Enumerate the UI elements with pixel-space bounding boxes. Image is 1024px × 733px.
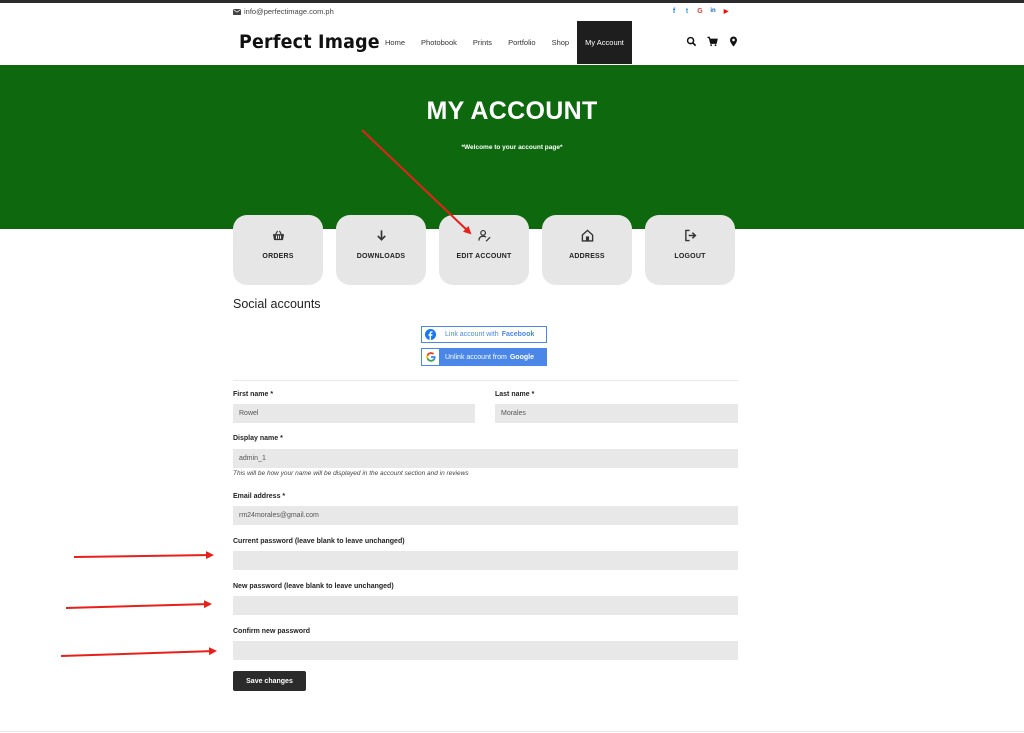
home-icon	[581, 229, 593, 242]
new-password-field[interactable]	[233, 596, 738, 615]
menu-card-label: ADDRESS	[569, 253, 605, 260]
display-name-field[interactable]: admin_1	[233, 449, 738, 468]
header-icons	[686, 36, 739, 47]
linkedin-icon[interactable]: in	[709, 7, 717, 15]
confirm-password-label: Confirm new password	[233, 628, 311, 635]
footer-border	[0, 731, 1024, 732]
menu-card-logout[interactable]: LOGOUT	[645, 215, 735, 285]
google-icon	[422, 349, 439, 365]
twitter-icon[interactable]: t	[683, 7, 691, 15]
unlink-google-button[interactable]: Unlink account from Google	[421, 348, 547, 366]
last-name-label: Last name *	[495, 391, 535, 398]
top-border	[0, 0, 1024, 3]
email-label: Email address *	[233, 493, 286, 500]
google-brand-text: Google	[509, 353, 534, 361]
menu-card-label: DOWNLOADS	[356, 253, 406, 260]
user-edit-icon	[477, 229, 491, 242]
contact-email-text: info@perfectimage.com.ph	[244, 7, 334, 16]
save-changes-button[interactable]: Save changes	[233, 671, 306, 691]
contact-email[interactable]: info@perfectimage.com.ph	[233, 7, 334, 16]
nav-shop[interactable]: Shop	[544, 21, 578, 64]
menu-card-label: ORDERS	[262, 253, 294, 260]
google-icon[interactable]: G	[696, 7, 704, 15]
nav-photobook[interactable]: Photobook	[413, 21, 465, 64]
display-name-hint: This will be how your name will be displ…	[233, 470, 469, 477]
annotation-arrow-current-password	[73, 551, 214, 560]
facebook-icon	[422, 327, 439, 342]
first-name-field[interactable]: Rowel	[233, 404, 475, 423]
annotation-arrow-confirm-password	[60, 647, 217, 657]
download-arrow-icon	[376, 230, 386, 241]
current-password-label: Current password (leave blank to leave u…	[233, 538, 405, 545]
nav-portfolio[interactable]: Portfolio	[500, 21, 544, 64]
page-subtitle: *Welcome to your account page*	[461, 144, 563, 151]
facebook-icon[interactable]: f	[670, 7, 678, 15]
section-divider	[233, 380, 738, 381]
annotation-arrow-new-password	[65, 600, 212, 609]
menu-card-label: EDIT ACCOUNT	[456, 253, 512, 260]
facebook-brand-text: Facebook	[501, 331, 535, 338]
current-password-field[interactable]	[233, 551, 738, 570]
link-facebook-text: Link account with	[445, 331, 499, 338]
nav-my-account[interactable]: My Account	[577, 21, 632, 64]
page-title: MY ACCOUNT	[426, 97, 598, 125]
menu-card-orders[interactable]: ORDERS	[233, 215, 323, 285]
confirm-password-field[interactable]	[233, 641, 738, 660]
logout-icon	[684, 229, 697, 242]
basket-icon	[272, 230, 284, 241]
youtube-icon[interactable]: ▶	[722, 7, 730, 15]
unlink-google-text: Unlink account from	[445, 353, 507, 361]
account-menu: ORDERS DOWNLOADS EDIT ACCOUNT ADDRESS LO…	[233, 215, 735, 285]
first-name-label: First name *	[233, 391, 274, 398]
cart-icon[interactable]	[707, 36, 718, 47]
nav-home[interactable]: Home	[377, 21, 413, 64]
menu-card-downloads[interactable]: DOWNLOADS	[336, 215, 426, 285]
search-icon[interactable]	[686, 36, 697, 47]
site-logo[interactable]: Perfect Image	[239, 31, 380, 53]
display-name-label: Display name *	[233, 435, 283, 442]
location-icon[interactable]	[728, 36, 739, 47]
main-nav: Home Photobook Prints Portfolio Shop My …	[377, 21, 632, 64]
menu-card-address[interactable]: ADDRESS	[542, 215, 632, 285]
menu-card-edit-account[interactable]: EDIT ACCOUNT	[439, 215, 529, 285]
social-links: f t G in ▶	[670, 7, 730, 15]
envelope-icon	[233, 8, 241, 15]
social-accounts-heading: Social accounts	[233, 297, 321, 311]
nav-prints[interactable]: Prints	[465, 21, 500, 64]
email-field[interactable]: rm24morales@gmail.com	[233, 506, 738, 525]
link-facebook-button[interactable]: Link account with Facebook	[421, 326, 547, 343]
new-password-label: New password (leave blank to leave uncha…	[233, 583, 394, 590]
menu-card-label: LOGOUT	[674, 253, 706, 260]
last-name-field[interactable]: Morales	[495, 404, 738, 423]
